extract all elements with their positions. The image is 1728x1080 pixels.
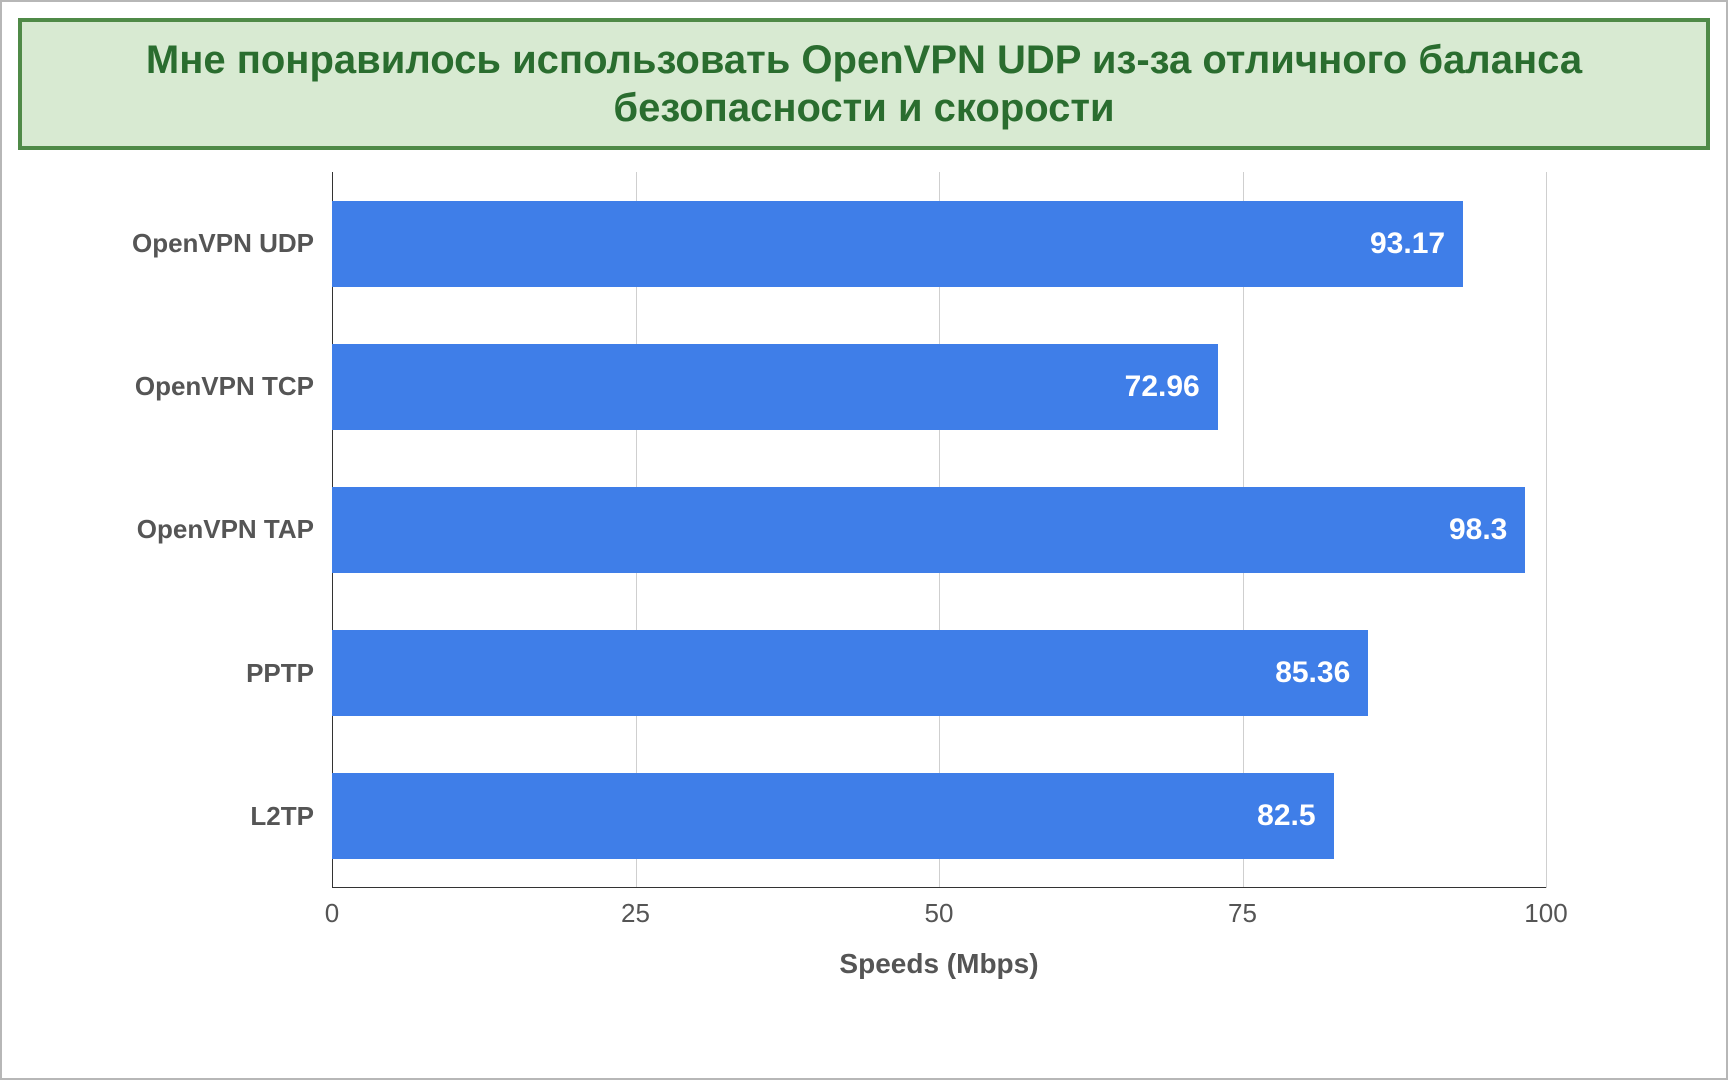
chart-title: Мне понравилось использовать OpenVPN UDP… [18, 18, 1710, 150]
bar-row: OpenVPN TCP 72.96 [332, 344, 1546, 430]
category-label: OpenVPN TAP [64, 514, 314, 545]
bar-value-label: 85.36 [1275, 656, 1350, 690]
x-tick-label: 100 [1524, 898, 1567, 929]
x-tick-label: 25 [621, 898, 650, 929]
category-label: PPTP [64, 658, 314, 689]
bar-value-label: 98.3 [1449, 513, 1507, 547]
bar-row: L2TP 82.5 [332, 773, 1546, 859]
bar-row: OpenVPN UDP 93.17 [332, 201, 1546, 287]
category-label: OpenVPN TCP [64, 371, 314, 402]
bar-row: OpenVPN TAP 98.3 [332, 487, 1546, 573]
x-tick-label: 0 [325, 898, 339, 929]
bar: 72.96 [332, 344, 1218, 430]
gridline-100 [1546, 172, 1547, 888]
chart-area: OpenVPN UDP 93.17 OpenVPN TCP 72.96 Open… [62, 172, 1666, 1018]
bar: 85.36 [332, 630, 1368, 716]
category-label: L2TP [64, 801, 314, 832]
x-tick-label: 50 [925, 898, 954, 929]
category-label: OpenVPN UDP [64, 228, 314, 259]
x-axis-line [332, 887, 1546, 888]
chart-frame: Мне понравилось использовать OpenVPN UDP… [0, 0, 1728, 1080]
bar-value-label: 82.5 [1257, 799, 1315, 833]
x-tick-label: 75 [1228, 898, 1257, 929]
x-axis-label: Speeds (Mbps) [332, 948, 1546, 980]
bar-row: PPTP 85.36 [332, 630, 1546, 716]
bar-value-label: 93.17 [1370, 227, 1445, 261]
bar: 93.17 [332, 201, 1463, 287]
bar-value-label: 72.96 [1125, 370, 1200, 404]
bar: 82.5 [332, 773, 1334, 859]
bar: 98.3 [332, 487, 1525, 573]
plot-area: OpenVPN UDP 93.17 OpenVPN TCP 72.96 Open… [332, 172, 1546, 888]
